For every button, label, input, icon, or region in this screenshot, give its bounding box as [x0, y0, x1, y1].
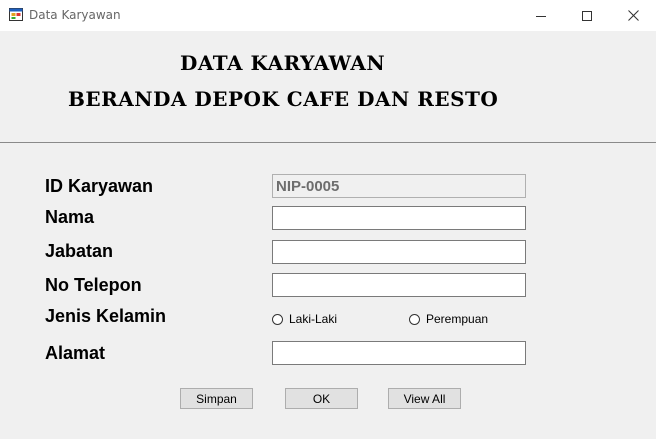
no-telepon-field[interactable]: [272, 273, 526, 297]
alamat-label: Alamat: [45, 343, 106, 363]
id-karyawan-field[interactable]: [272, 174, 526, 198]
ok-button[interactable]: OK: [285, 388, 358, 409]
jabatan-field[interactable]: [272, 240, 526, 264]
maximize-icon: [582, 10, 592, 21]
nama-label: Nama: [45, 207, 95, 227]
radio-label-perempuan: Perempuan: [426, 312, 489, 326]
maximize-button[interactable]: [564, 0, 610, 31]
close-icon: [627, 10, 639, 21]
no-telepon-label: No Telepon: [45, 275, 142, 295]
nama-field[interactable]: [272, 206, 526, 230]
minimize-button[interactable]: [518, 0, 564, 31]
radio-label-laki-laki: Laki-Laki: [289, 312, 338, 326]
title-bar: Data Karyawan: [0, 0, 656, 31]
window-title: Data Karyawan: [29, 8, 121, 22]
header-panel: DATA KARYAWAN BERANDA DEPOK CAFE DAN RES…: [0, 31, 656, 143]
close-button[interactable]: [610, 0, 656, 31]
view-all-button[interactable]: View All: [388, 388, 461, 409]
radio-circle: [272, 313, 283, 325]
id-karyawan-label: ID Karyawan: [45, 176, 154, 196]
alamat-field[interactable]: [272, 341, 526, 365]
minimize-icon: [536, 15, 546, 17]
jenis-kelamin-label: Jenis Kelamin: [45, 306, 167, 326]
jabatan-label: Jabatan: [45, 241, 114, 261]
header-title: DATA KARYAWAN: [180, 51, 386, 75]
radio-perempuan[interactable]: Perempuan: [409, 312, 488, 326]
simpan-button[interactable]: Simpan: [180, 388, 253, 409]
radio-laki-laki[interactable]: Laki-Laki: [272, 312, 337, 326]
app-icon: [9, 8, 23, 21]
radio-circle: [409, 313, 420, 325]
header-subtitle: BERANDA DEPOK CAFE DAN RESTO: [68, 87, 499, 111]
